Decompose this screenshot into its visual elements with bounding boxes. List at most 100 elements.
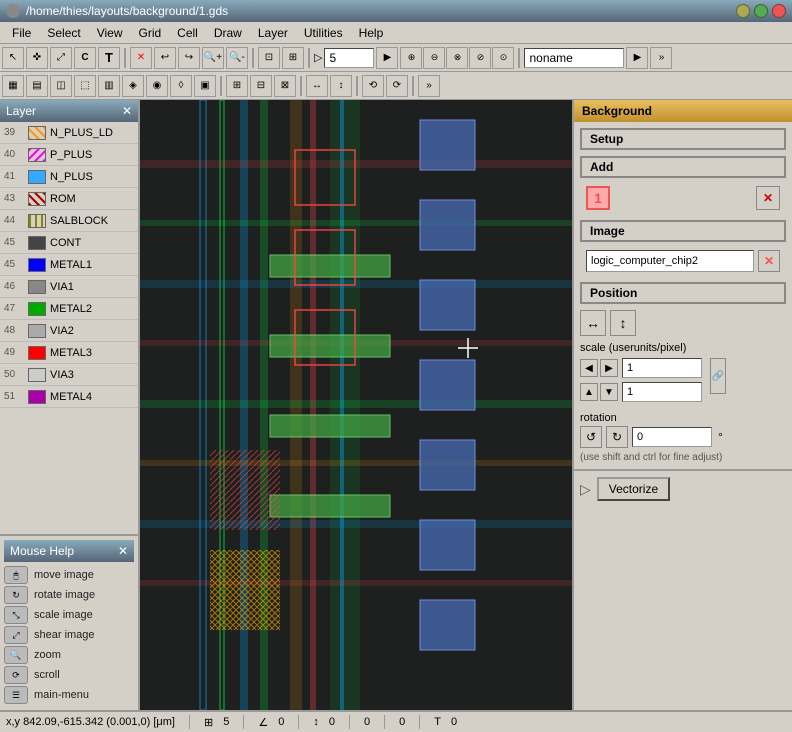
menu-select[interactable]: Select bbox=[39, 24, 88, 42]
tb-r14[interactable]: ↕ bbox=[330, 75, 352, 97]
tb-r15[interactable]: ⟲ bbox=[362, 75, 384, 97]
tb-pointer[interactable]: ↖ bbox=[2, 47, 24, 69]
rotate-cw-button[interactable]: ↻ bbox=[606, 426, 628, 448]
menu-cell[interactable]: Cell bbox=[169, 24, 206, 42]
cell-input[interactable] bbox=[524, 48, 624, 68]
scale-y-down[interactable]: ▼ bbox=[600, 383, 618, 401]
layer-item[interactable]: 49 METAL3 bbox=[0, 342, 138, 364]
layer-color bbox=[28, 192, 46, 206]
tb-z4[interactable]: ⊘ bbox=[469, 47, 491, 69]
layer-item[interactable]: 51 METAL4 bbox=[0, 386, 138, 408]
tb-undo[interactable]: ↩ bbox=[154, 47, 176, 69]
rotation-input[interactable] bbox=[632, 427, 712, 447]
layer-item[interactable]: 47 METAL2 bbox=[0, 298, 138, 320]
tb-more[interactable]: » bbox=[650, 47, 672, 69]
maximize-button[interactable] bbox=[754, 4, 768, 18]
scale-area: scale (userunits/pixel) ◀ ▶ ▲ bbox=[580, 342, 786, 406]
image-delete-button[interactable]: ✕ bbox=[758, 250, 780, 272]
vectorize-arrow-icon: ▷ bbox=[580, 481, 591, 498]
tb-r8[interactable]: ◊ bbox=[170, 75, 192, 97]
tb-r13[interactable]: ↔ bbox=[306, 75, 328, 97]
vectorize-button[interactable]: Vectorize bbox=[597, 477, 670, 501]
add-section: Add 1 ✕ bbox=[580, 156, 786, 214]
pos-arrow-1[interactable]: ↔ bbox=[580, 310, 606, 336]
canvas-area[interactable] bbox=[140, 100, 572, 710]
tb-r10[interactable]: ⊞ bbox=[226, 75, 248, 97]
help-item: ☰ main-menu bbox=[4, 686, 134, 704]
tb-r7[interactable]: ◉ bbox=[146, 75, 168, 97]
scale-x-right[interactable]: ▶ bbox=[600, 359, 618, 377]
scale-y-input[interactable] bbox=[622, 382, 702, 402]
menu-draw[interactable]: Draw bbox=[206, 24, 250, 42]
menubar: File Select View Grid Cell Draw Layer Ut… bbox=[0, 22, 792, 44]
layer-item[interactable]: 50 VIA3 bbox=[0, 364, 138, 386]
tb-r12[interactable]: ⊠ bbox=[274, 75, 296, 97]
layer-item[interactable]: 39 N_PLUS_LD bbox=[0, 122, 138, 144]
tb-more2[interactable]: » bbox=[418, 75, 440, 97]
pos-arrow-2[interactable]: ↕ bbox=[610, 310, 636, 336]
help-item: 🔍 zoom bbox=[4, 646, 134, 664]
tb-r16[interactable]: ⟳ bbox=[386, 75, 408, 97]
tb-zoom-out[interactable]: 🔍- bbox=[226, 47, 248, 69]
add-delete-button[interactable]: ✕ bbox=[756, 186, 780, 210]
tb-redo[interactable]: ↪ bbox=[178, 47, 200, 69]
menu-view[interactable]: View bbox=[89, 24, 131, 42]
scale-link-icon[interactable]: 🔗 bbox=[710, 358, 726, 394]
menu-grid[interactable]: Grid bbox=[131, 24, 170, 42]
minimize-button[interactable] bbox=[736, 4, 750, 18]
tb-r4[interactable]: ⬚ bbox=[74, 75, 96, 97]
layer-item[interactable]: 45 CONT bbox=[0, 232, 138, 254]
close-button[interactable] bbox=[772, 4, 786, 18]
mouse-help-close-icon[interactable]: ✕ bbox=[118, 544, 128, 558]
tb-delete[interactable]: ✕ bbox=[130, 47, 152, 69]
tb-zoom-fit[interactable]: ⊡ bbox=[258, 47, 280, 69]
layer-item[interactable]: 48 VIA2 bbox=[0, 320, 138, 342]
tb-text[interactable]: T bbox=[98, 47, 120, 69]
tb-r9[interactable]: ▣ bbox=[194, 75, 216, 97]
tb-zoom-apply[interactable]: ▶ bbox=[376, 47, 398, 69]
zoom-input[interactable] bbox=[324, 48, 374, 68]
menu-utilities[interactable]: Utilities bbox=[296, 24, 351, 42]
tb-r5[interactable]: ▥ bbox=[98, 75, 120, 97]
tb-z3[interactable]: ⊗ bbox=[446, 47, 468, 69]
layer-num: 39 bbox=[4, 127, 24, 138]
tb-move[interactable]: ✜ bbox=[26, 47, 48, 69]
layer-item[interactable]: 45 METAL1 bbox=[0, 254, 138, 276]
tb-z2[interactable]: ⊖ bbox=[423, 47, 445, 69]
status-sep-3 bbox=[298, 715, 299, 729]
tb-z5[interactable]: ⊙ bbox=[492, 47, 514, 69]
tb-r3[interactable]: ◫ bbox=[50, 75, 72, 97]
scale-y-up[interactable]: ▲ bbox=[580, 383, 598, 401]
rotate-ccw-button[interactable]: ↺ bbox=[580, 426, 602, 448]
image-filename-input[interactable] bbox=[586, 250, 754, 272]
menu-file[interactable]: File bbox=[4, 24, 39, 42]
layer-close-icon[interactable]: ✕ bbox=[122, 104, 132, 118]
scale-xy-inputs: ◀ ▶ ▲ ▼ bbox=[580, 358, 702, 406]
menu-help[interactable]: Help bbox=[351, 24, 392, 42]
scale-x-input[interactable] bbox=[622, 358, 702, 378]
tb-zoom-box[interactable]: ⊞ bbox=[282, 47, 304, 69]
tb-r2[interactable]: ▤ bbox=[26, 75, 48, 97]
status-angle-icon: ∠ bbox=[258, 716, 268, 729]
tb-sep-5 bbox=[220, 76, 222, 96]
tb-z1[interactable]: ⊕ bbox=[400, 47, 422, 69]
tb-cell-open[interactable]: ▶ bbox=[626, 47, 648, 69]
layer-item[interactable]: 43 ROM bbox=[0, 188, 138, 210]
tb-sep-8 bbox=[412, 76, 414, 96]
mouse-help-header: Mouse Help ✕ bbox=[4, 540, 134, 562]
menu-layer[interactable]: Layer bbox=[250, 24, 296, 42]
layer-item[interactable]: 46 VIA1 bbox=[0, 276, 138, 298]
layer-item[interactable]: 44 SALBLOCK bbox=[0, 210, 138, 232]
layer-item[interactable]: 41 N_PLUS bbox=[0, 166, 138, 188]
tb-stretch[interactable]: ⤢ bbox=[50, 47, 72, 69]
tb-zoom-in[interactable]: 🔍+ bbox=[202, 47, 224, 69]
tb-copy[interactable]: C bbox=[74, 47, 96, 69]
scale-x-left[interactable]: ◀ bbox=[580, 359, 598, 377]
tb-r6[interactable]: ◈ bbox=[122, 75, 144, 97]
layer-name: N_PLUS_LD bbox=[50, 127, 113, 139]
tb-r1[interactable]: ▦ bbox=[2, 75, 24, 97]
layer-header: Layer ✕ bbox=[0, 100, 138, 122]
status-sep-1 bbox=[189, 715, 190, 729]
tb-r11[interactable]: ⊟ bbox=[250, 75, 272, 97]
layer-item[interactable]: 40 P_PLUS bbox=[0, 144, 138, 166]
